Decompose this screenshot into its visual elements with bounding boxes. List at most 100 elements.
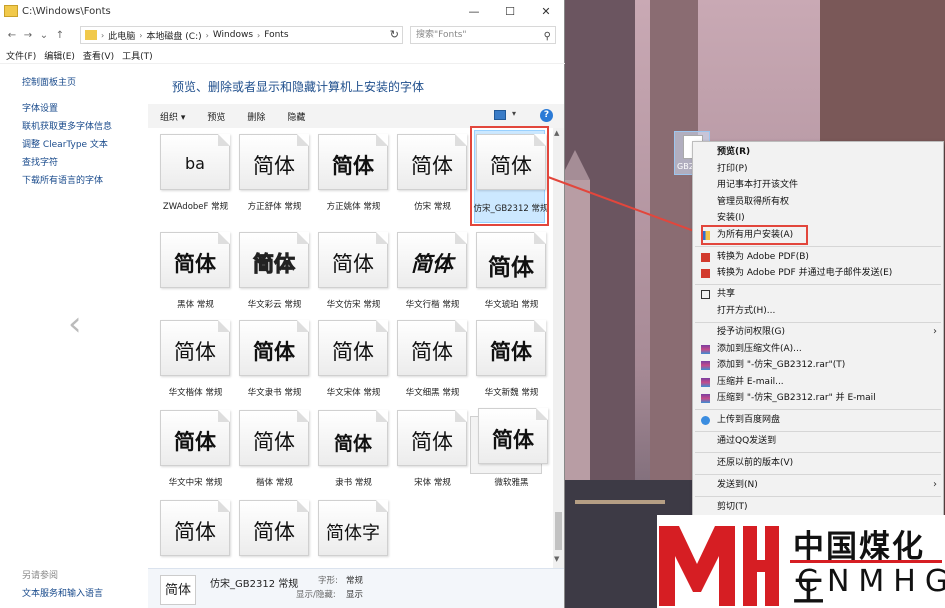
share-icon xyxy=(701,290,710,299)
watermark-logo xyxy=(659,526,779,606)
help-icon[interactable]: ? xyxy=(540,109,553,122)
pdf-icon xyxy=(701,269,710,278)
menu-edit[interactable]: 编辑(E) xyxy=(44,49,75,62)
font-file-icon: 简体 xyxy=(476,232,546,288)
install-all-users-callout xyxy=(701,225,808,245)
scroll-up-icon[interactable]: ▲ xyxy=(554,129,559,137)
selected-font-name: 仿宋_GB2312 常规 xyxy=(210,579,299,590)
font-file-icon: 简体 xyxy=(239,232,309,288)
font-label: 华文新魏 常规 xyxy=(484,388,539,398)
font-file-icon: ba xyxy=(160,134,230,190)
menu-item-open-with[interactable]: 打开方式(H)... xyxy=(693,303,943,319)
font-file-icon: 简体 xyxy=(397,320,467,376)
menu-item-baidu-upload[interactable]: 上传到百度网盘 xyxy=(693,412,943,428)
organize-button[interactable]: 组织 ▾ xyxy=(160,110,185,123)
forward-arrow-icon[interactable]: → xyxy=(20,30,36,41)
pdf-icon xyxy=(701,253,710,262)
font-file-icon: 简体 xyxy=(318,232,388,288)
file-explorer-window: C:\Windows\Fonts — ☐ ✕ ← → ⌄ ↑ › 此电脑 › 本… xyxy=(0,0,565,608)
breadcrumb-this-pc[interactable]: 此电脑 xyxy=(108,29,135,42)
scrollbar-thumb[interactable] xyxy=(555,512,562,550)
control-panel-home-link[interactable]: 控制面板主页 xyxy=(22,75,76,88)
chevron-right-icon: › xyxy=(933,326,937,337)
font-file-icon: 简体 xyxy=(160,575,196,605)
text-services-link[interactable]: 文本服务和输入语言 xyxy=(22,586,103,599)
breadcrumb-fonts[interactable]: Fonts xyxy=(264,30,288,40)
font-file-icon: 简体 xyxy=(397,410,467,466)
font-file-icon: 简体 xyxy=(476,320,546,376)
font-label: 华文琥珀 常规 xyxy=(484,300,539,310)
font-file-icon: 简体 xyxy=(239,500,309,556)
menu-item-cut[interactable]: 剪切(T) xyxy=(693,499,943,515)
online-font-info-link[interactable]: 联机获取更多字体信息 xyxy=(22,119,112,132)
winrar-icon xyxy=(701,361,710,370)
menu-item-preview[interactable]: 预览(R) xyxy=(693,144,943,160)
cleartype-link[interactable]: 调整 ClearType 文本 xyxy=(22,137,108,150)
menu-item-share[interactable]: 共享 xyxy=(693,286,943,302)
menu-item-send-to[interactable]: 发送到(N) › xyxy=(693,477,943,493)
winrar-icon xyxy=(701,345,710,354)
breadcrumb-windows[interactable]: Windows xyxy=(213,30,253,40)
font-file-icon: 简体 xyxy=(160,410,230,466)
menu-item-install[interactable]: 安装(I) xyxy=(693,210,943,226)
delete-button[interactable]: 删除 xyxy=(247,110,265,123)
menu-tools[interactable]: 工具(T) xyxy=(122,49,153,62)
folder-icon xyxy=(85,30,97,40)
font-file-icon: 简体 xyxy=(318,320,388,376)
menu-item-restore-versions[interactable]: 还原以前的版本(V) xyxy=(693,455,943,471)
visibility-key: 显示/隐藏: xyxy=(296,590,336,600)
menu-item-add-archive[interactable]: 添加到压缩文件(A)... xyxy=(693,341,943,357)
minimize-button[interactable]: — xyxy=(456,0,492,22)
font-file-icon: 简体 xyxy=(239,410,309,466)
font-file-icon: 简体字 xyxy=(318,500,388,556)
menu-item-add-rar[interactable]: 添加到 "-仿宋_GB2312.rar"(T) xyxy=(693,357,943,373)
download-fonts-link[interactable]: 下载所有语言的字体 xyxy=(22,173,103,186)
menu-item-send-qq[interactable]: 通过QQ发送到 xyxy=(693,433,943,449)
hide-button[interactable]: 隐藏 xyxy=(287,110,305,123)
visibility-value: 显示 xyxy=(346,590,364,600)
chevron-left-icon[interactable]: ‹ xyxy=(68,304,82,344)
search-icon[interactable]: ⚲ xyxy=(544,29,551,45)
style-value: 常规 xyxy=(346,576,364,586)
menu-item-compress-email[interactable]: 压缩并 E-mail... xyxy=(693,374,943,390)
breadcrumb-local-disk[interactable]: 本地磁盘 (C:) xyxy=(146,29,201,42)
recent-locations-icon[interactable]: ⌄ xyxy=(36,30,52,41)
font-file-icon: 简体 xyxy=(239,134,309,190)
preview-button[interactable]: 预览 xyxy=(207,110,225,123)
up-arrow-icon[interactable]: ↑ xyxy=(52,30,68,41)
menu-item-grant-access[interactable]: 授予访问权限(G) › xyxy=(693,324,943,340)
window-controls: — ☐ ✕ xyxy=(456,0,564,22)
font-file-icon: 简体 xyxy=(160,320,230,376)
navigation-bar: ← → ⌄ ↑ › 此电脑 › 本地磁盘 (C:) › Windows › Fo… xyxy=(0,23,565,47)
menu-bar: 文件(F) 编辑(E) 查看(V) 工具(T) xyxy=(0,48,565,64)
address-bar[interactable]: › 此电脑 › 本地磁盘 (C:) › Windows › Fonts ↻ xyxy=(80,26,403,44)
back-arrow-icon[interactable]: ← xyxy=(4,30,20,41)
font-file-icon: 简体 xyxy=(239,320,309,376)
watermark-text-en: CNMHG xyxy=(797,564,945,599)
menu-item-take-ownership[interactable]: 管理员取得所有权 xyxy=(693,194,943,210)
menu-item-open-notepad[interactable]: 用记事本打开该文件 xyxy=(693,177,943,193)
refresh-icon[interactable]: ↻ xyxy=(390,28,399,41)
chevron-right-icon: › xyxy=(933,479,937,490)
maximize-button[interactable]: ☐ xyxy=(492,0,528,22)
menu-item-compress-rar-email[interactable]: 压缩到 "-仿宋_GB2312.rar" 并 E-mail xyxy=(693,390,943,406)
menu-item-print[interactable]: 打印(P) xyxy=(693,161,943,177)
font-file-icon: 简体 xyxy=(160,500,230,556)
window-title: C:\Windows\Fonts xyxy=(22,5,111,17)
winrar-icon xyxy=(701,378,710,387)
menu-view[interactable]: 查看(V) xyxy=(83,49,114,62)
search-input[interactable]: 搜索"Fonts" ⚲ xyxy=(410,26,556,44)
font-file-icon: 简体 xyxy=(318,410,388,466)
chevron-down-icon[interactable]: ▾ xyxy=(512,109,516,118)
find-character-link[interactable]: 查找字符 xyxy=(22,155,58,168)
vertical-scrollbar[interactable]: ▲ ▼ xyxy=(553,128,564,568)
folder-icon xyxy=(4,5,18,17)
scroll-down-icon[interactable]: ▼ xyxy=(554,555,559,563)
menu-item-convert-pdf[interactable]: 转换为 Adobe PDF(B) xyxy=(693,249,943,265)
view-options-icon[interactable] xyxy=(494,110,506,120)
font-settings-link[interactable]: 字体设置 xyxy=(22,101,58,114)
menu-item-convert-pdf-email[interactable]: 转换为 Adobe PDF 并通过电子邮件发送(E) xyxy=(693,265,943,281)
menu-file[interactable]: 文件(F) xyxy=(6,49,36,62)
close-button[interactable]: ✕ xyxy=(528,0,564,22)
page-title: 预览、删除或者显示和隐藏计算机上安装的字体 xyxy=(172,80,425,94)
